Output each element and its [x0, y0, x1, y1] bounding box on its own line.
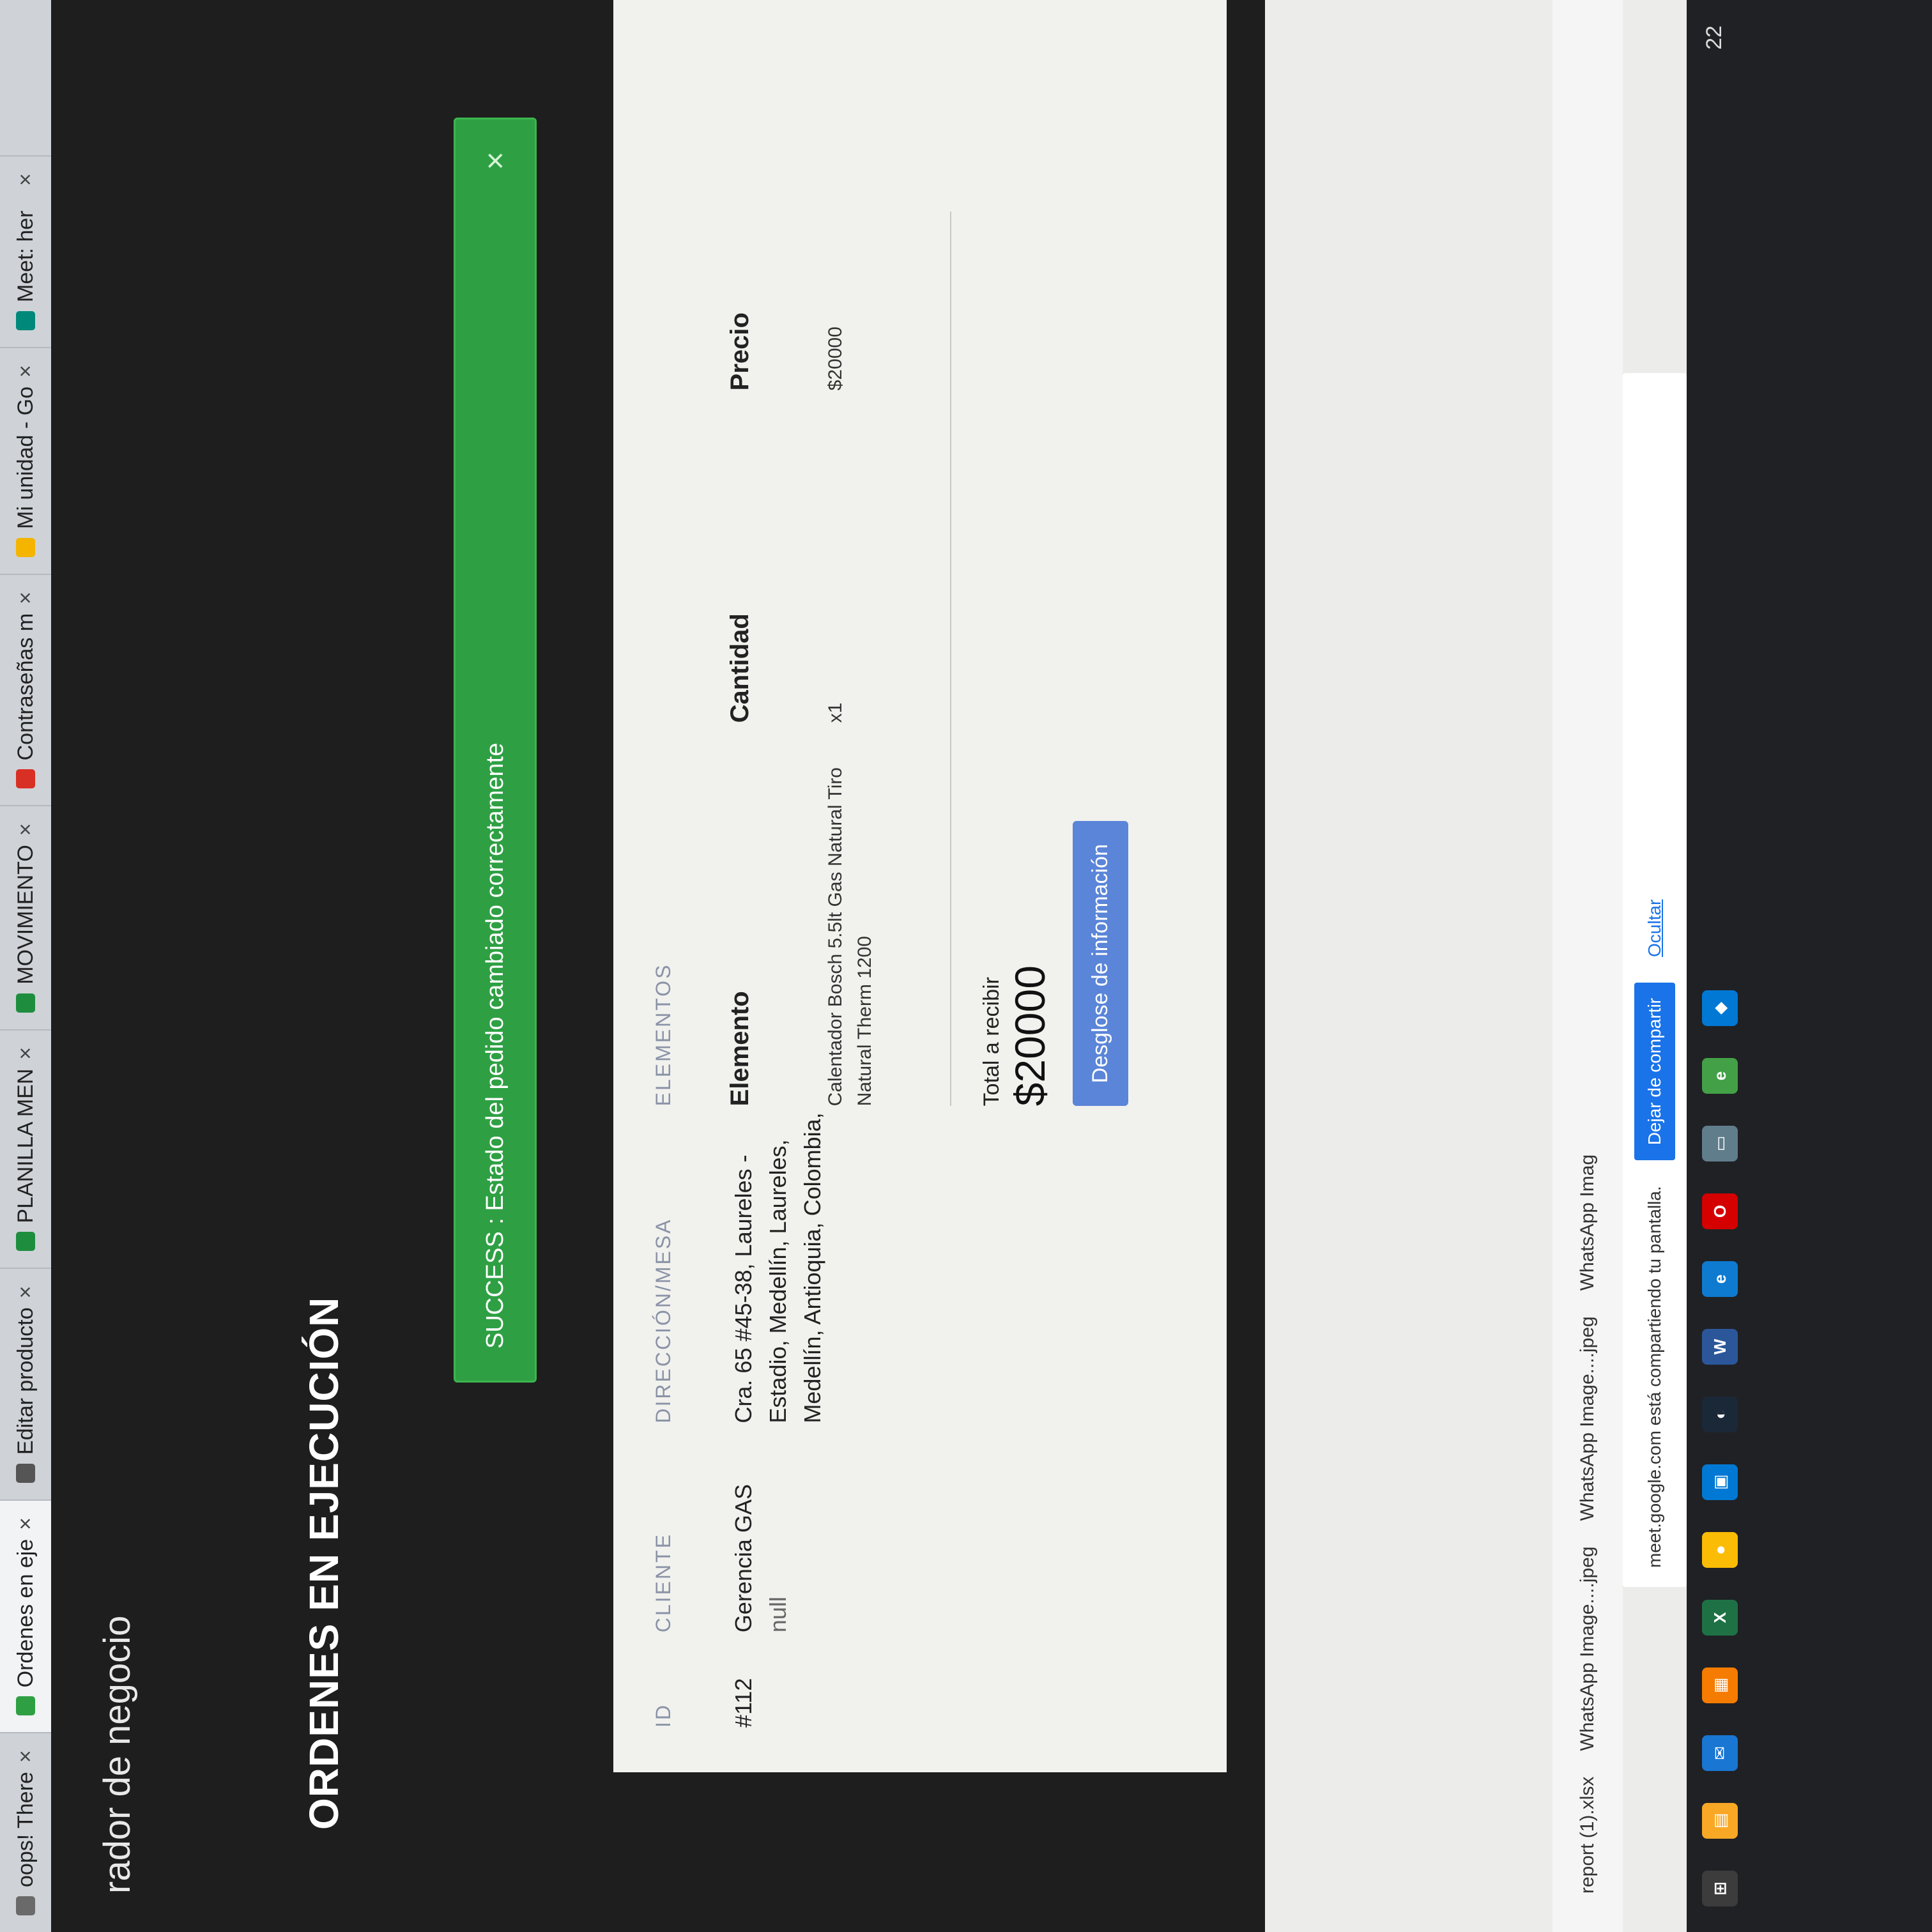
word-icon[interactable]: W [1702, 1329, 1738, 1365]
stop-sharing-button[interactable]: Dejar de compartir [1634, 982, 1675, 1161]
calendar-icon[interactable]: ▦ [1702, 1667, 1738, 1703]
close-icon[interactable]: × [13, 173, 38, 186]
browser-tab[interactable]: oops! There × [0, 1732, 51, 1932]
order-client: Gerencia GAS null [726, 1423, 1128, 1633]
sheets-icon [16, 993, 35, 1013]
items-header: Elemento Cantidad Precio [723, 28, 757, 1106]
browser-tab[interactable]: Ordenes en eje × [0, 1499, 51, 1733]
clock: 22 [1702, 26, 1726, 50]
share-message: meet.google.com está compartiendo tu pan… [1644, 1186, 1664, 1568]
browser-tab-strip: oops! There × Ordenes en eje × Editar produc… [0, 0, 51, 1932]
download-item[interactable]: report (1).xlsx [1577, 1777, 1598, 1894]
browser-tab[interactable]: Editar producto × [0, 1268, 51, 1499]
list-item: Calentador Bosch 5.5lt Gas Natural Tiro … [821, 28, 880, 1106]
close-icon[interactable]: × [13, 1750, 38, 1763]
tab-label: Mi unidad - Go [13, 386, 38, 529]
app-icon [16, 1463, 35, 1483]
explorer-icon[interactable]: ▤ [1702, 1803, 1738, 1839]
divider [950, 211, 951, 1107]
edge-icon[interactable]: e [1702, 1261, 1738, 1297]
browser-tab[interactable]: Mi unidad - Go × [0, 347, 51, 574]
close-icon[interactable]: × [13, 1517, 38, 1530]
app-page: rador de negocio ORDENES EN EJECUCIÓN SU… [51, 0, 1265, 1932]
alert-message: SUCCESS : Estado del pedido cambiado cor… [481, 742, 509, 1349]
mail-icon[interactable]: ✉ [1702, 1735, 1738, 1771]
download-item[interactable]: WhatsApp Image....jpeg [1577, 1316, 1598, 1521]
browser-tab[interactable]: PLANILLA MEN × [0, 1029, 51, 1268]
header-elementos: ELEMENTOS [652, 963, 675, 1107]
steam-icon[interactable]: ◐ [1702, 1397, 1738, 1432]
header-direccion: DIRECCIÓN/MESA [652, 1218, 675, 1423]
breakdown-button[interactable]: Desglose de información [1073, 821, 1128, 1107]
drive-icon [16, 537, 35, 557]
table-header: ID CLIENTE DIRECCIÓN/MESA ELEMENTOS [652, 28, 675, 1728]
total-label: Total a recibir [979, 977, 1004, 1107]
sheets-icon [16, 1232, 35, 1252]
close-icon[interactable]: × [13, 592, 38, 604]
order-address: Cra. 65 #45-38, Laureles - Estadio, Mede… [730, 1112, 825, 1423]
order-elements: Elemento Cantidad Precio Calentador Bosc… [723, 28, 1128, 1107]
tab-label: Contraseñas m [13, 613, 38, 761]
page-icon [16, 1696, 35, 1716]
page-title: ORDENES EN EJECUCIÓN [301, 1296, 347, 1830]
edge-dev-icon[interactable]: e [1702, 1058, 1738, 1094]
close-icon[interactable]: × [13, 365, 38, 378]
opera-icon[interactable]: O [1702, 1193, 1738, 1229]
close-icon[interactable]: × [13, 1047, 38, 1060]
meet-share-bar: meet.google.com está compartiendo tu pan… [1623, 373, 1687, 1587]
page-icon [16, 1896, 35, 1915]
success-alert: SUCCESS : Estado del pedido cambiado cor… [454, 118, 537, 1383]
meet-icon [16, 311, 35, 331]
close-icon[interactable]: × [13, 1286, 38, 1299]
photos-icon[interactable]: ▭ [1702, 1126, 1738, 1162]
item-price: $20000 [825, 326, 846, 391]
vscode-icon[interactable]: ◆ [1702, 990, 1738, 1026]
brand-title: rador de negocio [96, 1615, 138, 1894]
orders-card: ID CLIENTE DIRECCIÓN/MESA ELEMENTOS #112… [613, 0, 1227, 1772]
items-header-cantidad: Cantidad [726, 613, 754, 723]
tab-label: Editar producto [13, 1307, 38, 1455]
tab-label: oops! There [13, 1772, 38, 1887]
browser-tab[interactable]: Contraseñas m × [0, 573, 51, 806]
browser-tab[interactable]: Meet: her × [0, 155, 51, 348]
close-icon[interactable]: × [477, 151, 514, 170]
table-row: #112 Gerencia GAS null Cra. 65 #45-38, L… [726, 28, 1128, 1728]
total-value: $20000 [1006, 965, 1054, 1107]
browser-tab[interactable]: MOVIMIENTO × [0, 805, 51, 1029]
tab-label: Ordenes en eje [13, 1538, 38, 1688]
excel-icon[interactable]: X [1702, 1600, 1738, 1636]
close-icon[interactable]: × [13, 823, 38, 836]
header-cliente: CLIENTE [652, 1532, 675, 1633]
header-id: ID [652, 1703, 675, 1728]
download-shelf: report (1).xlsx WhatsApp Image....jpeg Wha… [1552, 0, 1623, 1932]
tab-label: MOVIMIENTO [13, 845, 38, 985]
store-icon[interactable]: ▣ [1702, 1464, 1738, 1500]
windows-icon[interactable]: ⊞ [1702, 1871, 1738, 1906]
items-header-precio: Precio [726, 312, 754, 391]
hide-link[interactable]: Ocultar [1644, 900, 1665, 957]
download-item[interactable]: WhatsApp Image....jpeg [1577, 1546, 1598, 1751]
order-id: #112 [730, 1678, 756, 1728]
screen: oops! There × Ordenes en eje × Editar produc… [0, 0, 1932, 1932]
gmail-icon [16, 769, 35, 789]
client-extra: null [765, 1597, 791, 1633]
tab-label: Meet: her [13, 210, 38, 303]
item-quantity: x1 [825, 702, 846, 723]
taskbar: ⊞ ▤ ✉ ▦ X ● ▣ ◐ We O ▭ e ◆ 22 [1687, 0, 1932, 1932]
item-name: Calentador Bosch 5.5lt Gas Natural Tiro … [825, 767, 875, 1107]
tab-label: PLANILLA MEN [13, 1068, 38, 1223]
items-header-elemento: Elemento [726, 991, 754, 1107]
client-name: Gerencia GAS [730, 1484, 756, 1633]
chrome-icon[interactable]: ● [1702, 1532, 1738, 1568]
download-item[interactable]: WhatsApp Imag [1577, 1154, 1598, 1291]
